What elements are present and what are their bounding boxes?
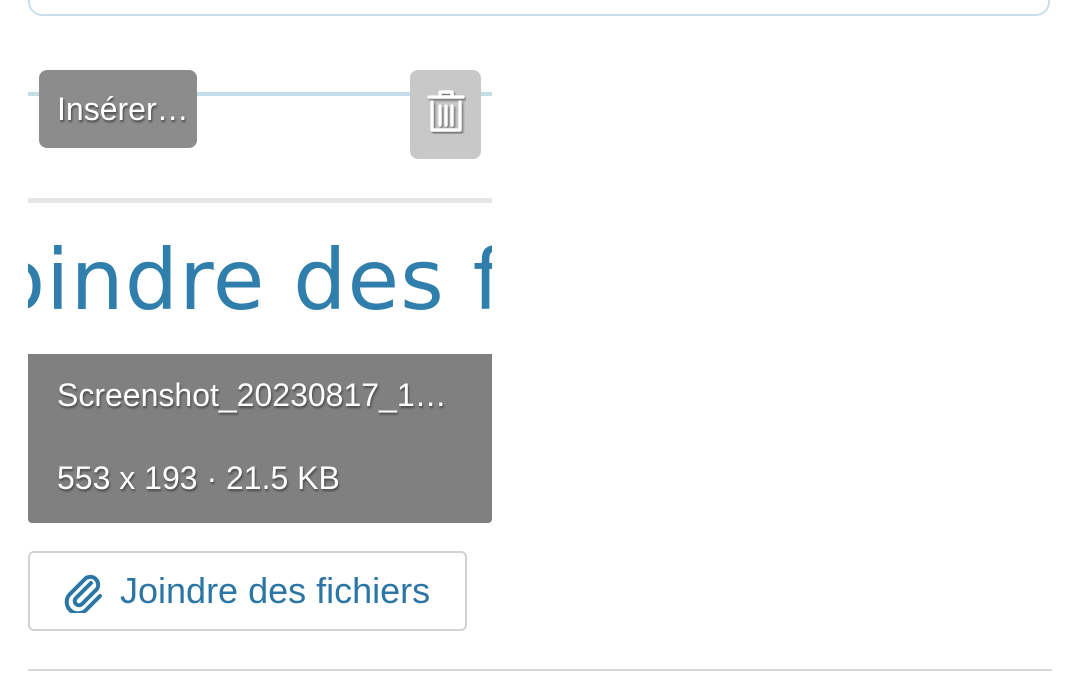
thumbnail-text: Joindre des fichiers <box>28 231 492 329</box>
attach-files-button[interactable]: Joindre des fichiers <box>28 551 467 631</box>
editor-page: Joindre des fichiers Insérer… <box>0 0 1079 694</box>
file-name: Screenshot_20230817_1… <box>57 377 447 413</box>
attachment-card: Joindre des fichiers Insérer… <box>28 58 492 523</box>
insert-button[interactable]: Insérer… <box>39 70 197 148</box>
file-meta: 553 x 193 · 21.5 KB <box>57 460 340 496</box>
delete-button[interactable] <box>410 70 481 159</box>
attachment-info: Screenshot_20230817_1… 553 x 193 · 21.5 … <box>28 354 492 523</box>
thumbnail-divider <box>28 198 492 203</box>
message-textarea[interactable] <box>28 0 1050 16</box>
trash-icon <box>426 90 466 139</box>
paperclip-icon <box>60 569 104 613</box>
attachment-thumbnail[interactable]: Joindre des fichiers Insérer… <box>28 58 492 354</box>
section-divider <box>28 669 1052 671</box>
attach-files-label: Joindre des fichiers <box>120 570 431 611</box>
